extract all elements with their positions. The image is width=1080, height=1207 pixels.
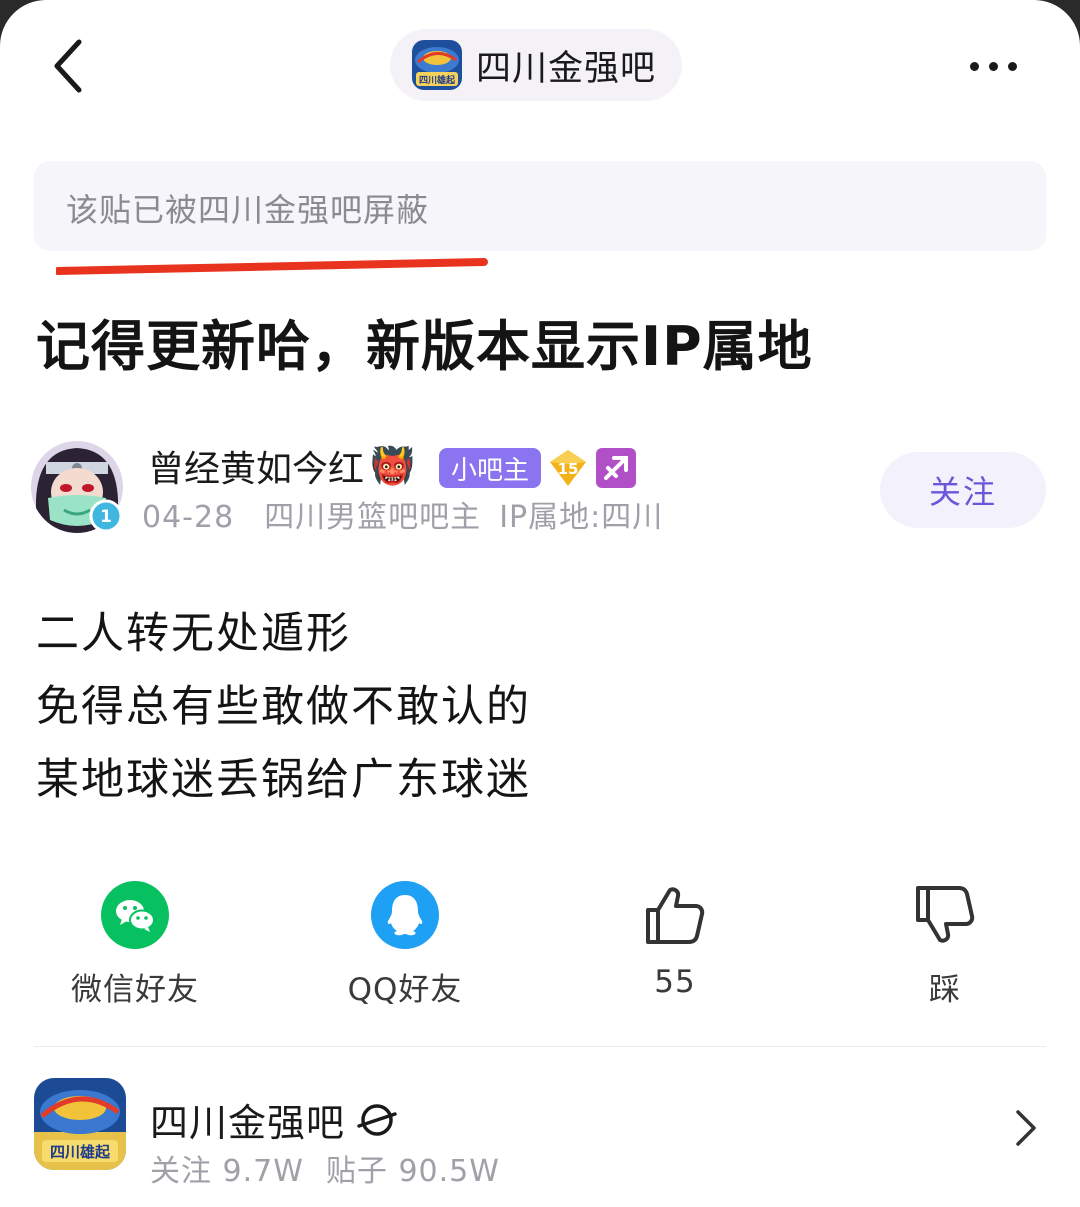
author-row: 1 曾经黄如今红 👹 小吧主 15 04-28 四川男篮吧吧主 IP属地:四川 关注 (30, 440, 1050, 540)
red-underline-annotation (56, 258, 488, 275)
level-badge-icon: 15 (548, 448, 588, 488)
more-dot (1007, 61, 1017, 71)
follow-button[interactable]: 关注 (880, 452, 1046, 528)
svg-text:15: 15 (558, 460, 579, 478)
share-wechat-button[interactable]: 微信好友 (35, 880, 235, 1009)
author-name[interactable]: 曾经黄如今红 👹 (148, 440, 415, 492)
svg-text:四川雄起: 四川雄起 (50, 1143, 111, 1161)
planet-icon (357, 1103, 397, 1136)
wechat-icon (100, 880, 170, 950)
more-dot (969, 61, 979, 71)
author-role: 四川男篮吧吧主 (264, 500, 482, 535)
forum-card[interactable]: 四川雄起 四川金强吧 关注 9.7W 贴子 90.5W (34, 1076, 1046, 1196)
like-count: 55 (654, 964, 696, 1000)
forum-posts: 贴子 90.5W (325, 1154, 500, 1189)
thumbs-down-icon (910, 880, 980, 950)
oni-emoji-icon: 👹 (370, 446, 415, 487)
more-button[interactable] (958, 48, 1028, 84)
post-content: 二人转无处遁形 免得总有些敢做不敢认的 某地球迷丢锅给广东球迷 (36, 598, 531, 817)
post-date: 04-28 (142, 500, 235, 535)
avatar[interactable]: 1 (30, 440, 124, 534)
post-detail-screen: 四川雄起 四川金强吧 该贴已被四川金强吧屏蔽 记得更新哈，新版本显示IP属地 1… (0, 0, 1080, 1207)
author-name-text: 曾经黄如今红 (148, 449, 365, 490)
forum-header-pill[interactable]: 四川雄起 四川金强吧 (390, 29, 683, 101)
like-button[interactable]: 55 (575, 880, 775, 1000)
dislike-label: 踩 (929, 972, 961, 1008)
author-meta: 04-28 四川男篮吧吧主 IP属地:四川 (142, 492, 663, 536)
forum-card-stats: 关注 9.7W 贴子 90.5W (150, 1146, 500, 1190)
forum-card-name: 四川金强吧 (150, 1092, 397, 1147)
share-qq-label: QQ好友 (347, 972, 463, 1008)
blocked-notice-text: 该贴已被四川金强吧屏蔽 (66, 191, 430, 229)
chevron-left-icon (54, 39, 82, 93)
post-title: 记得更新哈，新版本显示IP属地 (36, 315, 813, 378)
forum-title: 四川金强吧 (476, 48, 657, 89)
divider (34, 1046, 1046, 1047)
forum-card-logo: 四川雄起 (34, 1078, 126, 1170)
top-bar: 四川雄起 四川金强吧 (0, 0, 1080, 130)
content-line: 免得总有些敢做不敢认的 (36, 682, 531, 732)
content-line: 某地球迷丢锅给广东球迷 (36, 755, 531, 805)
share-qq-button[interactable]: QQ好友 (305, 880, 505, 1009)
sagittarius-badge-icon (595, 447, 637, 489)
share-wechat-label: 微信好友 (71, 972, 199, 1008)
content-line: 二人转无处遁形 (36, 609, 351, 659)
ip-location: IP属地:四川 (499, 500, 664, 535)
action-bar: 微信好友 QQ好友 55 踩 (0, 880, 1080, 1010)
thumbs-up-icon (640, 880, 710, 950)
qq-icon (370, 880, 440, 950)
more-dot (988, 61, 998, 71)
forum-logo: 四川雄起 (412, 40, 462, 90)
svg-text:四川雄起: 四川雄起 (419, 74, 456, 86)
blocked-notice: 该贴已被四川金强吧屏蔽 (34, 161, 1046, 251)
moderator-badge: 小吧主 (439, 448, 542, 488)
back-button[interactable] (38, 34, 98, 98)
chevron-right-icon (1016, 1110, 1036, 1146)
svg-text:1: 1 (100, 507, 112, 527)
forum-card-name-text: 四川金强吧 (150, 1101, 346, 1145)
dislike-button[interactable]: 踩 (845, 880, 1045, 1009)
forum-followers: 关注 9.7W (150, 1154, 304, 1189)
